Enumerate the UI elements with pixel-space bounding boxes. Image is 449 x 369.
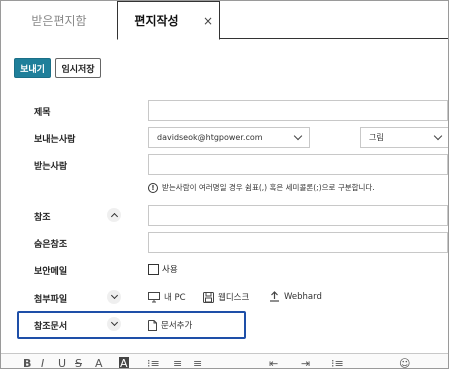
attach-mypc-button[interactable]: 내 PC bbox=[148, 291, 186, 303]
attach-webhard-button[interactable]: Webhard bbox=[269, 291, 322, 302]
refdoc-label: 참조문서 bbox=[34, 322, 68, 332]
attach-label: 첨부파일 bbox=[34, 295, 68, 305]
add-document-button[interactable]: 문서추가 bbox=[148, 319, 192, 331]
attach-mypc-label: 내 PC bbox=[164, 293, 186, 303]
sender-value: davidseok@htgpower.com bbox=[157, 133, 263, 142]
group-value: 그림 bbox=[369, 133, 384, 142]
list-button[interactable]: ⁝≡ bbox=[147, 357, 160, 368]
secure-mail-option: 사용 bbox=[162, 265, 178, 275]
tab-bar: 받은편지함 편지작성 × bbox=[1, 1, 448, 40]
chevron-down-icon bbox=[110, 318, 118, 327]
upload-icon bbox=[270, 291, 279, 302]
chevron-up-icon bbox=[110, 212, 118, 221]
tab-compose-label: 편지작성 bbox=[134, 14, 179, 28]
secure-mail-checkbox[interactable]: 사용 bbox=[148, 263, 178, 275]
cc-label: 참조 bbox=[34, 213, 51, 223]
outdent-button[interactable]: ⇤ bbox=[269, 357, 278, 368]
secure-mail-label: 보안메일 bbox=[34, 267, 68, 277]
sender-select[interactable]: davidseok@htgpower.com bbox=[148, 127, 310, 148]
align-center-button[interactable]: ≡ bbox=[193, 357, 202, 368]
checkbox-box[interactable] bbox=[148, 263, 159, 275]
bcc-label: 숨은참조 bbox=[34, 240, 68, 250]
tab-compose[interactable]: 편지작성 × bbox=[117, 1, 220, 40]
attach-webdisk-label: 웹디스크 bbox=[218, 293, 250, 303]
sender-label: 보내는사람 bbox=[34, 135, 76, 145]
to-hint-text: 받는사람이 여러명일 경우 쉼표(,) 혹은 세미콜론(;)으로 구분합니다. bbox=[162, 183, 375, 192]
to-hint: ! 받는사람이 여러명일 경우 쉼표(,) 혹은 세미콜론(;)으로 구분합니다… bbox=[148, 182, 375, 193]
tab-inbox-label: 받은편지함 bbox=[31, 13, 87, 28]
monitor-icon bbox=[148, 291, 160, 302]
save-draft-button[interactable]: 임시저장 bbox=[55, 58, 101, 78]
document-icon bbox=[148, 319, 157, 331]
to-input[interactable] bbox=[148, 154, 448, 175]
indent-button[interactable]: ⇥ bbox=[301, 357, 310, 368]
attach-webhard-label: Webhard bbox=[284, 291, 322, 302]
subject-input[interactable] bbox=[148, 100, 448, 121]
cc-toggle[interactable] bbox=[107, 208, 121, 222]
attach-toggle[interactable] bbox=[107, 290, 121, 304]
cc-input[interactable] bbox=[148, 205, 448, 226]
refdoc-toggle[interactable] bbox=[107, 317, 121, 331]
disk-icon bbox=[203, 291, 214, 303]
font-color-button[interactable]: A bbox=[95, 357, 103, 368]
add-document-label: 문서추가 bbox=[161, 321, 193, 331]
close-icon[interactable]: × bbox=[203, 14, 213, 28]
chevron-down-icon bbox=[293, 131, 303, 141]
highlight-color-button[interactable]: A bbox=[119, 357, 129, 368]
strikethrough-button[interactable]: S bbox=[75, 357, 82, 368]
bcc-input[interactable] bbox=[148, 232, 448, 253]
bold-button[interactable]: B bbox=[23, 357, 31, 368]
underline-button[interactable]: U bbox=[58, 357, 66, 368]
send-button[interactable]: 보내기 bbox=[14, 58, 51, 78]
chevron-down-icon bbox=[433, 131, 443, 141]
attach-webdisk-button[interactable]: 웹디스크 bbox=[203, 291, 249, 303]
warning-icon: ! bbox=[148, 182, 158, 193]
tab-inbox[interactable]: 받은편지함 bbox=[1, 1, 117, 39]
italic-button[interactable]: I bbox=[41, 357, 44, 368]
group-select[interactable]: 그림 bbox=[360, 127, 448, 148]
to-label: 받는사람 bbox=[34, 162, 68, 172]
mail-compose-window: 받은편지함 편지작성 × 보내기 임시저장 제목 보내는사람 davidseok… bbox=[0, 0, 449, 369]
emoji-icon[interactable]: ☺ bbox=[399, 357, 410, 368]
editor-toolbar: B I U S A A ⁝≡ ≡ ≡ ⇤ ⇥ ⁝≡ ☺ bbox=[1, 353, 448, 368]
align-left-button[interactable]: ≡ bbox=[173, 357, 182, 368]
numbered-list-button[interactable]: ⁝≡ bbox=[331, 357, 344, 368]
chevron-down-icon bbox=[110, 291, 118, 300]
subject-label: 제목 bbox=[34, 108, 51, 118]
